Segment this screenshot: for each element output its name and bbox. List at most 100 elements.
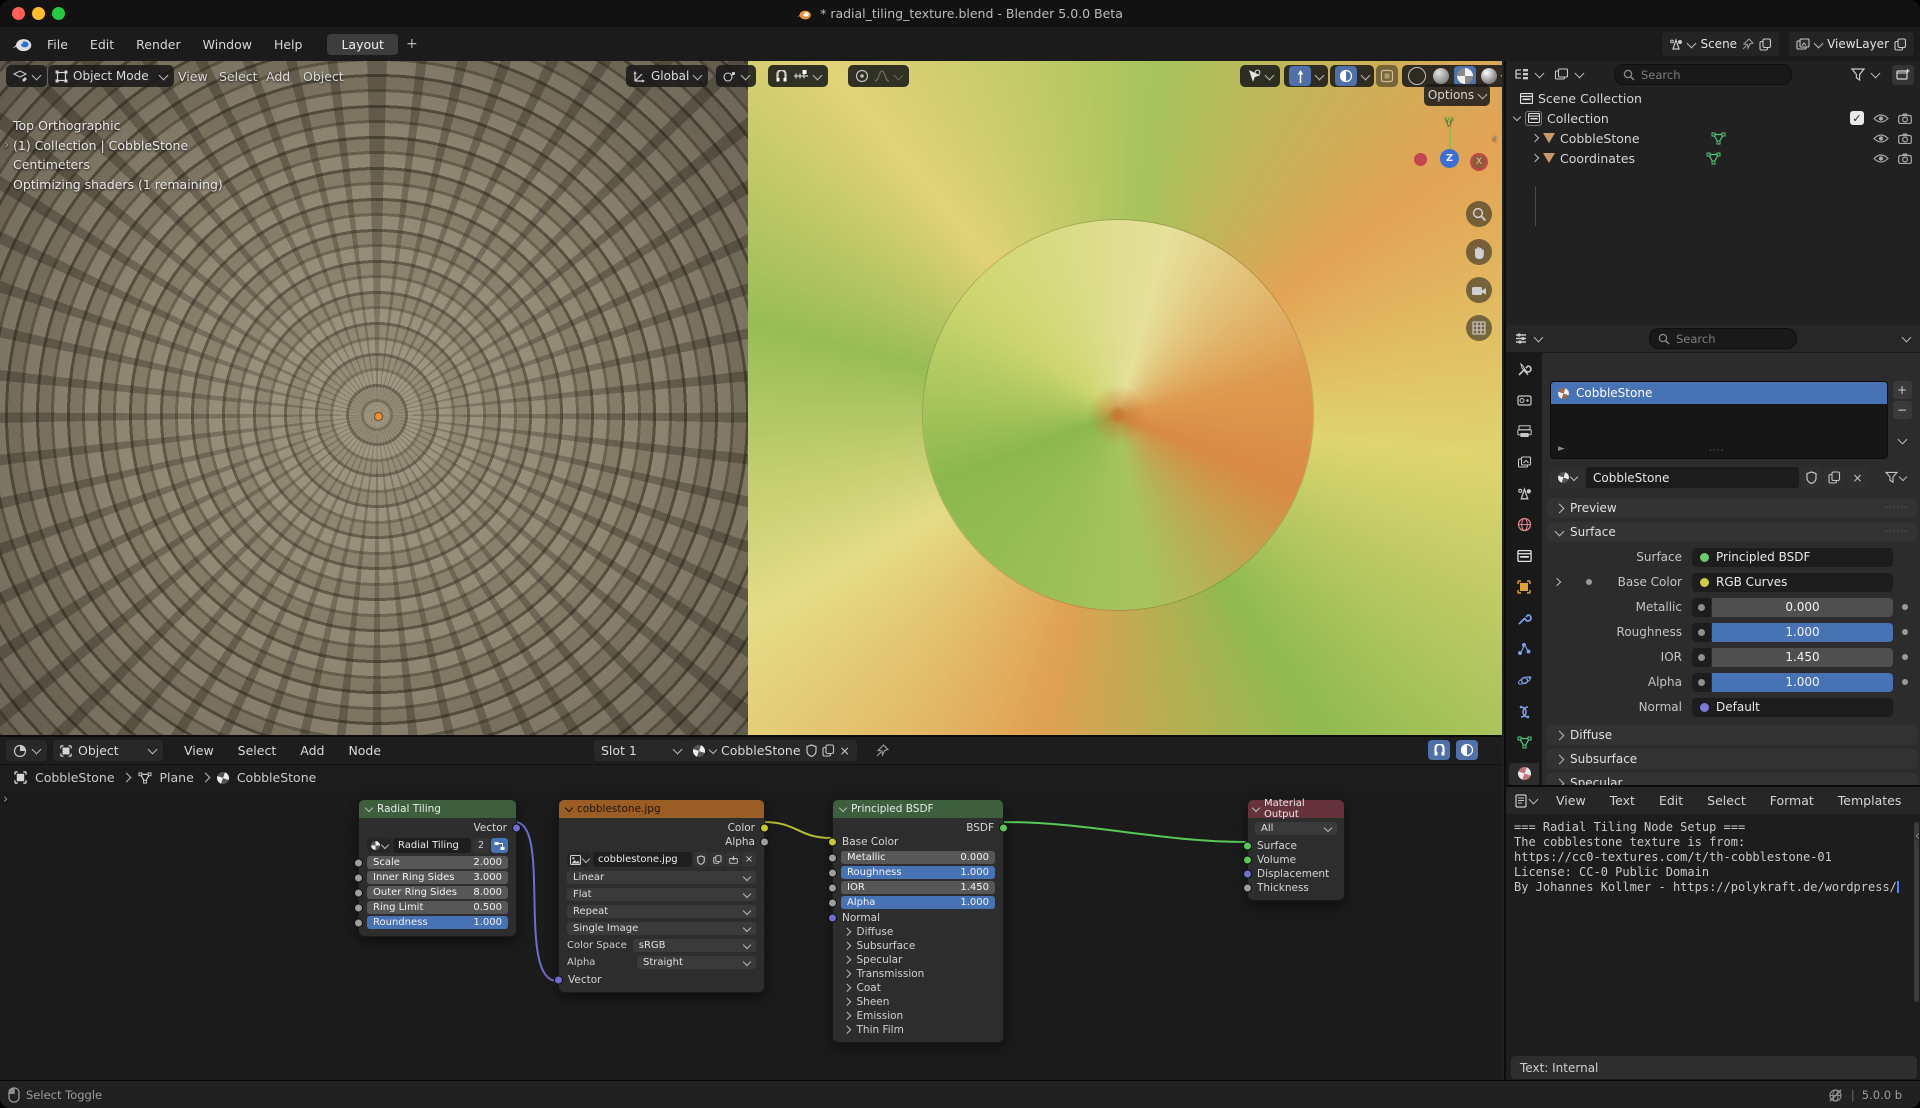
gizmo-z-axis-ball[interactable]: Z [1440,149,1459,168]
toolbar-expand-chevron[interactable]: › [3,792,8,807]
input-outer-ring-sides[interactable]: Outer Ring Sides8.000 [367,886,508,899]
tab-modifiers[interactable] [1509,607,1539,629]
viewlayer-selector[interactable]: ViewLayer [1789,32,1914,56]
base-color-input-socket[interactable] [828,838,837,847]
text-menu-view[interactable]: View [1545,790,1597,812]
shader-type-selector[interactable]: Object [53,740,163,761]
unlink-x-icon[interactable]: × [742,852,756,867]
vector-output-socket[interactable] [512,824,521,833]
alpha-output-socket[interactable] [760,838,769,847]
slot-specials-dropdown[interactable] [1893,431,1912,449]
node-header[interactable]: Material Output [1248,800,1344,818]
copy-icon[interactable] [822,744,835,757]
menu-help[interactable]: Help [263,33,314,55]
tab-particles[interactable] [1509,638,1539,660]
extension-dropdown[interactable]: Repeat [567,905,756,918]
workspace-tab-layout[interactable]: Layout [327,34,398,55]
input-roughness[interactable]: Roughness1.000 [841,866,995,879]
new-collection-button[interactable] [1892,65,1914,85]
projection-dropdown[interactable]: Flat [567,888,756,901]
grid-toggle-icon[interactable] [1466,315,1492,341]
section-transmission[interactable]: Transmission [833,967,1003,981]
tab-world[interactable] [1509,514,1539,536]
disable-render-camera-icon[interactable] [1898,133,1912,144]
outliner-display-mode-icon[interactable] [1554,68,1569,81]
tab-collection[interactable] [1509,545,1539,567]
shading-wireframe-button[interactable] [1406,66,1428,86]
blender-logo-icon[interactable] [12,37,32,52]
editor-type-selector[interactable] [6,65,47,87]
viewport-menu-object[interactable]: Object [297,65,350,87]
gizmo-toggle[interactable] [1284,65,1328,87]
viewport-3d[interactable]: Object Mode View Select Add Object Globa… [0,61,1502,735]
shader-menu-node[interactable]: Node [337,740,392,762]
node-radial-tiling[interactable]: Radial Tiling Vector Radial Tiling 2 Sca… [358,799,517,937]
snapping-magnet-icon[interactable] [1428,740,1450,760]
node-canvas[interactable]: Radial Tiling Vector Radial Tiling 2 Sca… [0,790,1502,1082]
section-coat[interactable]: Coat [833,981,1003,995]
text-menu-edit[interactable]: Edit [1648,790,1694,812]
roughness-socket[interactable] [828,868,837,877]
material-slot-selector[interactable]: Slot 1 [594,740,688,761]
proportional-editing-controls[interactable] [848,65,909,87]
slot-specials-arrow[interactable]: ► [1558,444,1565,454]
section-thin-film[interactable]: Thin Film [833,1023,1003,1037]
subsurface-section-header[interactable]: Subsurface [1547,749,1917,769]
material-filter-icon[interactable] [1878,467,1912,488]
input-metallic[interactable]: Metallic0.000 [841,851,995,864]
section-subsurface[interactable]: Subsurface [833,939,1003,953]
outliner-row-scene-collection[interactable]: Scene Collection [1506,88,1920,108]
sidebar-expand-chevron[interactable]: ‹ [1492,131,1497,146]
input-ring-limit[interactable]: Ring Limit0.500 [367,901,508,914]
metallic-slider[interactable]: 0.000 [1712,598,1893,617]
tab-constraints[interactable] [1509,701,1539,723]
shader-editor-type-selector[interactable] [6,740,47,761]
text-menu-format[interactable]: Format [1759,790,1825,812]
base-color-menu[interactable]: RGB Curves [1692,573,1893,592]
color-space-dropdown[interactable]: sRGB [633,939,756,952]
scene-selector[interactable]: Scene [1662,32,1779,56]
shading-rendered-button[interactable] [1478,66,1500,86]
node-header[interactable]: Radial Tiling [359,800,516,818]
scale-socket[interactable] [354,858,363,867]
properties-editor-icon[interactable] [1514,332,1528,345]
properties-editor-dropdown[interactable] [1534,333,1544,343]
shader-menu-view[interactable]: View [173,740,225,762]
tab-output[interactable] [1509,420,1539,442]
tab-material[interactable] [1509,763,1539,785]
outer-ring-sides-socket[interactable] [354,888,363,897]
ior-slider[interactable]: 1.450 [1712,648,1893,667]
tab-scene[interactable] [1509,483,1539,505]
text-editor-footer[interactable]: Text: Internal [1511,1056,1917,1079]
preview-section-header[interactable]: Preview······ [1547,498,1917,518]
filter-dropdown[interactable] [1871,69,1881,79]
select-visibility-toggle[interactable] [1240,65,1280,87]
color-output-socket[interactable] [760,824,769,833]
roughness-socket-toggle[interactable] [1692,623,1711,642]
fake-user-shield-icon[interactable] [694,852,708,867]
overlays-toggle[interactable] [1330,65,1374,87]
expand-object-chevron[interactable] [1531,154,1539,162]
viewport-menu-add[interactable]: Add [260,65,296,87]
exclude-checkbox[interactable]: ✓ [1850,111,1864,125]
copy-icon[interactable] [1894,38,1907,51]
transform-orientation-selector[interactable]: Global [626,65,708,87]
image-name[interactable]: cobblestone.jpg [593,852,692,867]
toolbar-expand-chevron[interactable]: › [4,138,9,153]
edit-group-button[interactable] [491,838,508,853]
filter-icon[interactable] [1851,68,1865,81]
metallic-socket-toggle[interactable] [1692,598,1711,617]
close-window-button[interactable] [12,7,25,20]
tab-render[interactable] [1509,389,1539,411]
shader-material-selector[interactable]: CobbleStone × [686,740,857,761]
menu-file[interactable]: File [36,33,79,55]
volume-input-socket[interactable] [1243,856,1252,865]
displacement-input-socket[interactable] [1243,870,1252,879]
node-image-texture[interactable]: cobblestone.jpg Color Alpha cobblestone.… [558,799,765,993]
outliner-editor-icon[interactable] [1514,68,1529,81]
metallic-socket[interactable] [828,853,837,862]
shader-menu-select[interactable]: Select [227,740,288,762]
tab-tool[interactable] [1509,358,1539,380]
text-editor-content[interactable]: === Radial Tiling Node Setup ===The cobb… [1514,820,1908,1052]
surface-shader-menu[interactable]: Principled BSDF [1692,548,1893,567]
